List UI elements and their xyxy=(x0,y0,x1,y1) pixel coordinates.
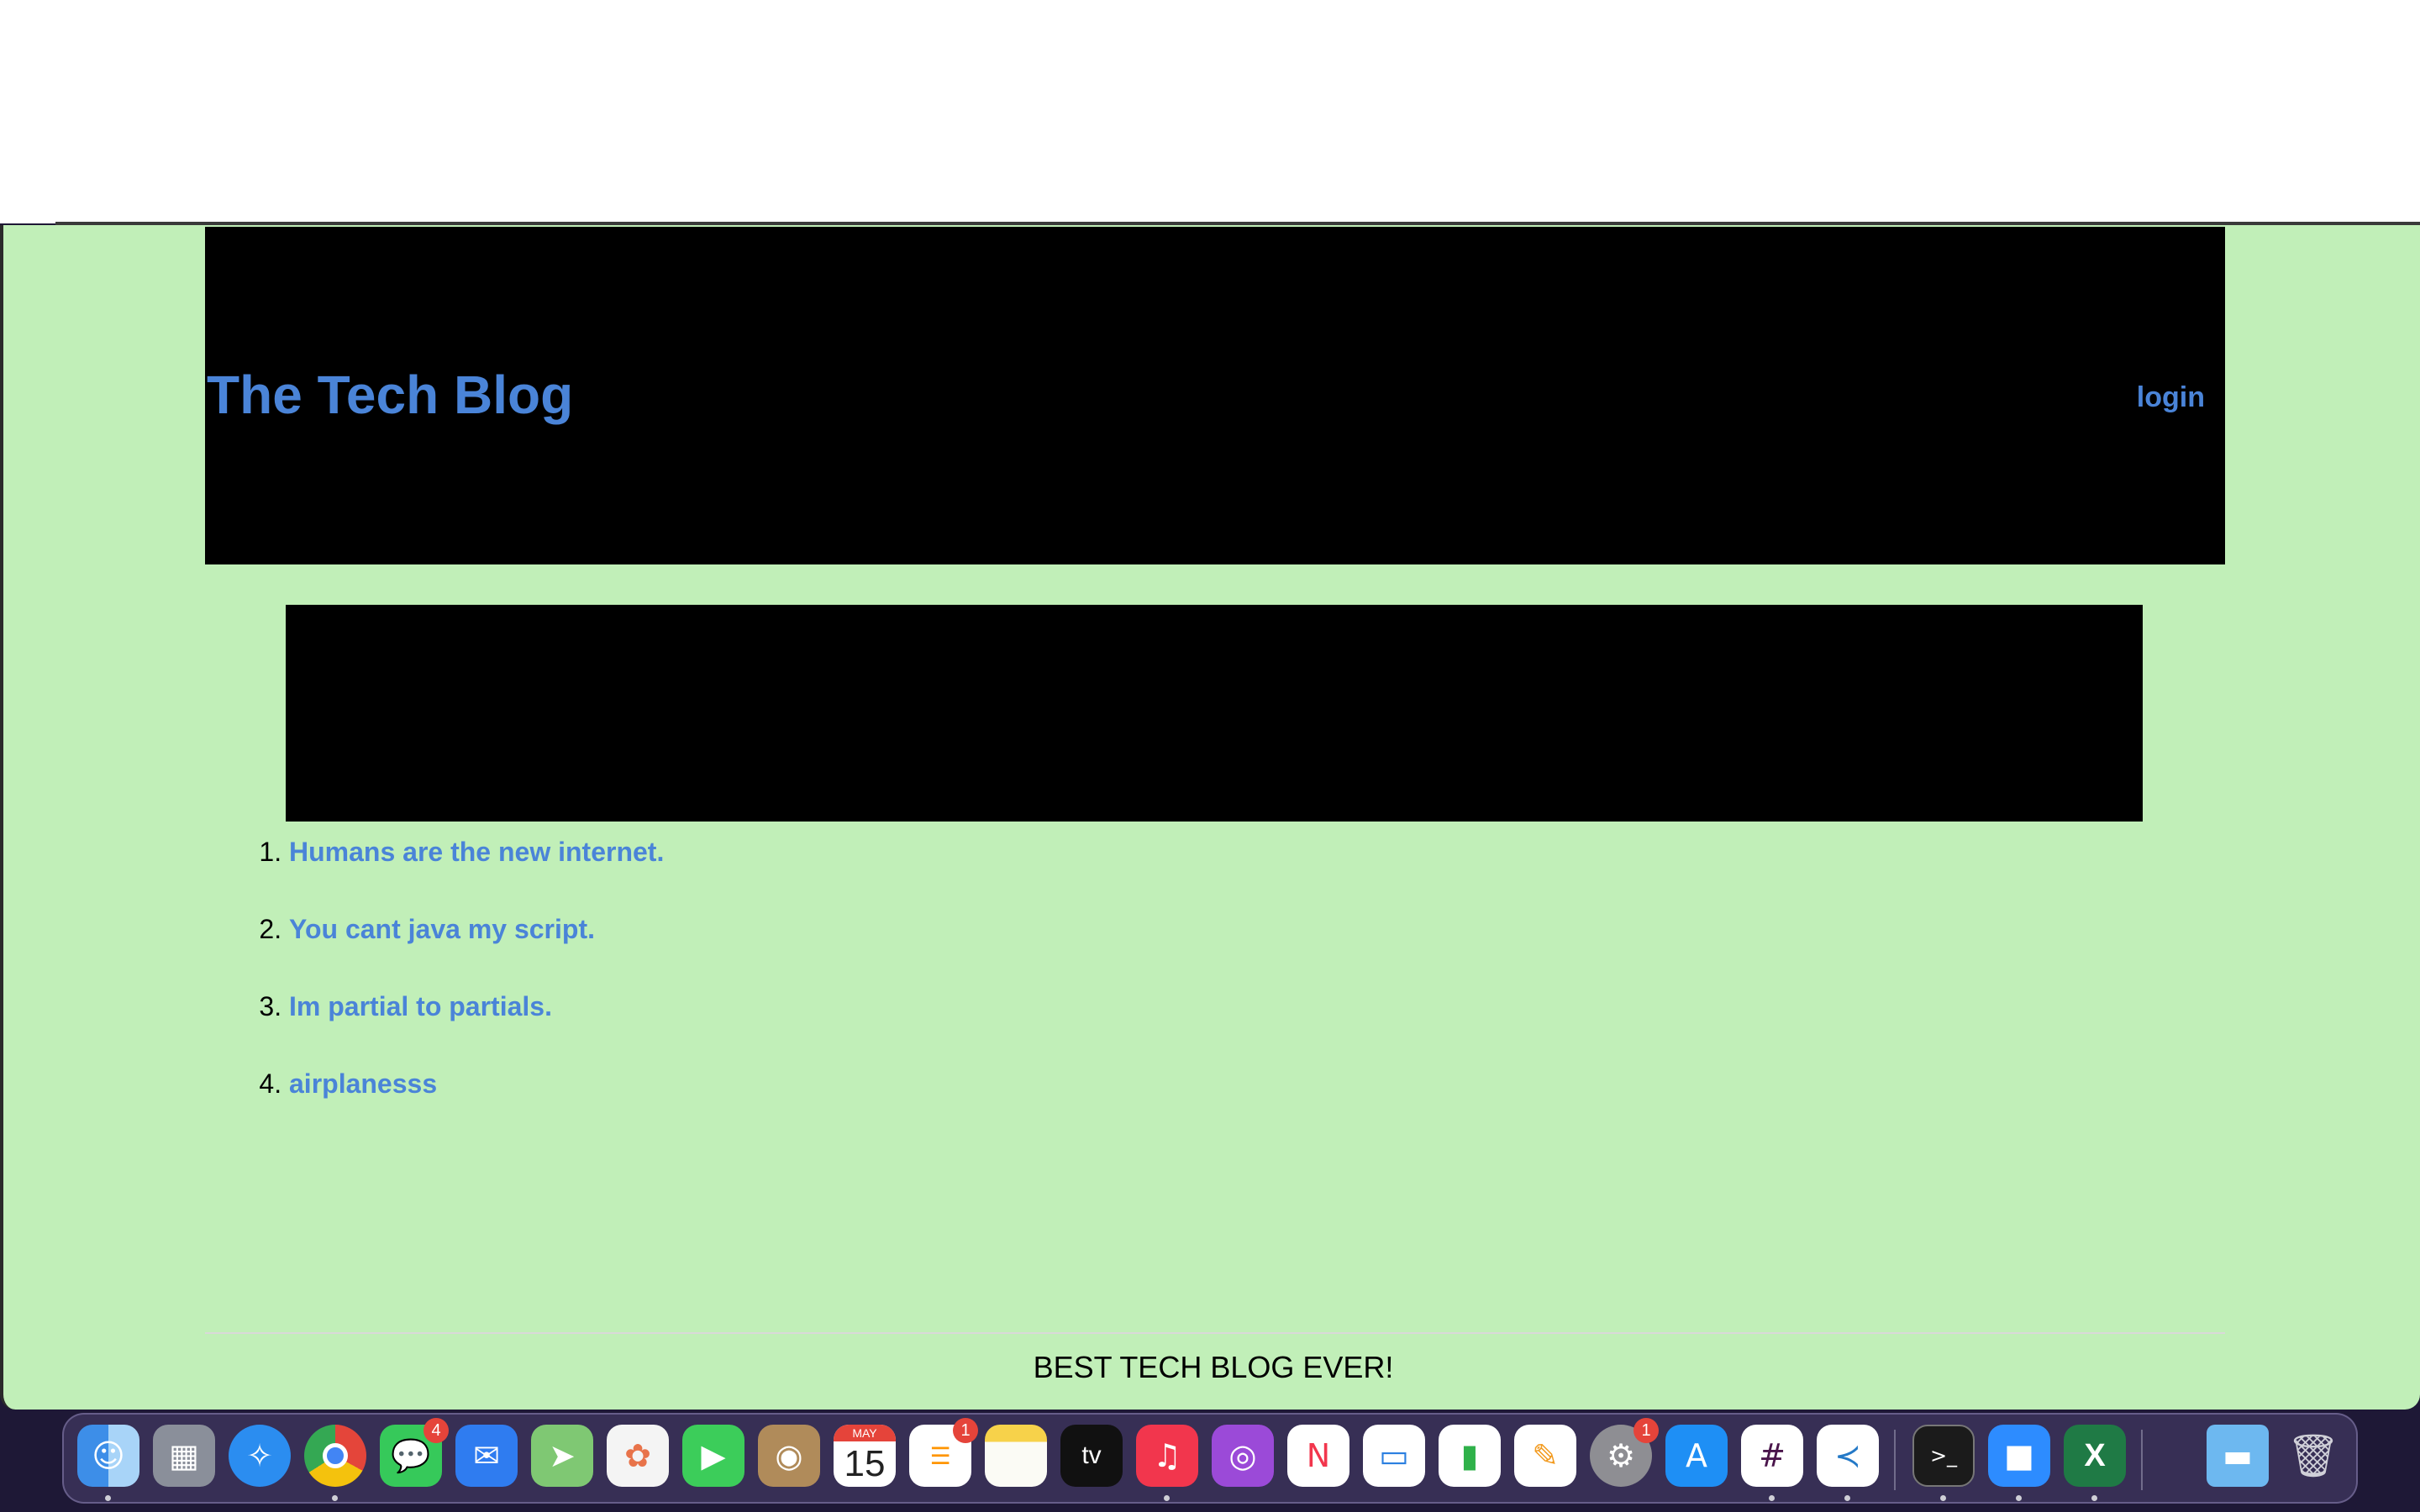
running-indicator xyxy=(1940,1495,1946,1501)
dock-separator xyxy=(1894,1430,1896,1490)
running-indicator xyxy=(2016,1495,2022,1501)
vscode-icon[interactable]: ≺ xyxy=(1817,1425,1879,1487)
list-item: Humans are the new internet. xyxy=(289,832,664,909)
running-indicator xyxy=(332,1495,338,1501)
zoom-icon[interactable]: ■ xyxy=(1988,1425,2050,1487)
dock: ☺ ▦ ✧ 💬 4 ✉ ➤ ✿ ▶ ◉ MAY 15 ☰ 1 tv ♫ ◎ N ▭ … xyxy=(62,1413,2358,1504)
app-store-icon[interactable]: A xyxy=(1665,1425,1728,1487)
apple-tv-icon[interactable]: tv xyxy=(1060,1425,1123,1487)
keynote-icon[interactable]: ▭ xyxy=(1363,1425,1425,1487)
chrome-icon[interactable] xyxy=(304,1425,366,1487)
post-link[interactable]: airplanesss xyxy=(289,1068,437,1099)
safari-icon[interactable]: ✧ xyxy=(229,1425,291,1487)
slack-icon[interactable]: # xyxy=(1741,1425,1803,1487)
photos-icon[interactable]: ✿ xyxy=(607,1425,669,1487)
excel-icon[interactable]: X xyxy=(2064,1425,2126,1487)
post-link[interactable]: Im partial to partials. xyxy=(289,991,552,1021)
footer-divider xyxy=(205,1332,2225,1334)
messages-icon[interactable]: 💬 4 xyxy=(380,1418,449,1487)
facetime-icon[interactable]: ▶ xyxy=(682,1425,744,1487)
running-indicator xyxy=(1769,1495,1775,1501)
podcasts-icon[interactable]: ◎ xyxy=(1212,1425,1274,1487)
music-icon[interactable]: ♫ xyxy=(1136,1425,1198,1487)
reminders-badge: 1 xyxy=(953,1418,978,1443)
maps-icon[interactable]: ➤ xyxy=(531,1425,593,1487)
apple-tv-label: tv xyxy=(1081,1441,1102,1469)
running-indicator xyxy=(1844,1495,1850,1501)
site-header: The Tech Blog login xyxy=(205,227,2225,564)
list-item: airplanesss xyxy=(289,1063,664,1141)
pages-icon[interactable]: ✎ xyxy=(1514,1425,1576,1487)
login-link[interactable]: login xyxy=(2137,383,2205,412)
list-item: You cant java my script. xyxy=(289,909,664,986)
calendar-icon[interactable]: MAY 15 xyxy=(834,1425,896,1487)
calendar-month: MAY xyxy=(834,1425,896,1441)
messages-badge: 4 xyxy=(424,1418,449,1443)
site-title-link[interactable]: The Tech Blog xyxy=(207,368,573,422)
mail-icon[interactable]: ✉ xyxy=(455,1425,518,1487)
running-indicator xyxy=(1164,1495,1170,1501)
news-icon[interactable]: N xyxy=(1287,1425,1349,1487)
system-settings-badge: 1 xyxy=(1634,1418,1659,1443)
hero-banner xyxy=(286,605,2143,822)
running-indicator xyxy=(105,1495,111,1501)
list-item: Im partial to partials. xyxy=(289,986,664,1063)
finder-icon[interactable]: ☺ xyxy=(77,1425,139,1487)
browser-top-area xyxy=(0,0,2420,223)
terminal-icon[interactable]: >_ xyxy=(1912,1425,1975,1487)
browser-viewport: The Tech Blog login Humans are the new i… xyxy=(0,225,2420,1410)
reminders-icon[interactable]: ☰ 1 xyxy=(909,1418,978,1487)
calendar-day: 15 xyxy=(844,1443,886,1484)
post-link[interactable]: You cant java my script. xyxy=(289,914,595,944)
running-indicator xyxy=(2091,1495,2097,1501)
contacts-icon[interactable]: ◉ xyxy=(758,1425,820,1487)
footer-text: BEST TECH BLOG EVER! xyxy=(1033,1350,1394,1384)
numbers-icon[interactable]: ▮ xyxy=(1439,1425,1501,1487)
launchpad-icon[interactable]: ▦ xyxy=(153,1425,215,1487)
system-settings-icon[interactable]: ⚙ 1 xyxy=(1590,1418,1659,1487)
post-list: Humans are the new internet. You cant ja… xyxy=(289,832,664,1141)
trash-icon[interactable]: 🗑 xyxy=(2282,1425,2344,1487)
notes-icon[interactable] xyxy=(985,1425,1047,1487)
dock-separator xyxy=(2141,1430,2143,1490)
post-link[interactable]: Humans are the new internet. xyxy=(289,837,664,867)
downloads-folder-icon[interactable]: ▬ xyxy=(2207,1425,2269,1487)
